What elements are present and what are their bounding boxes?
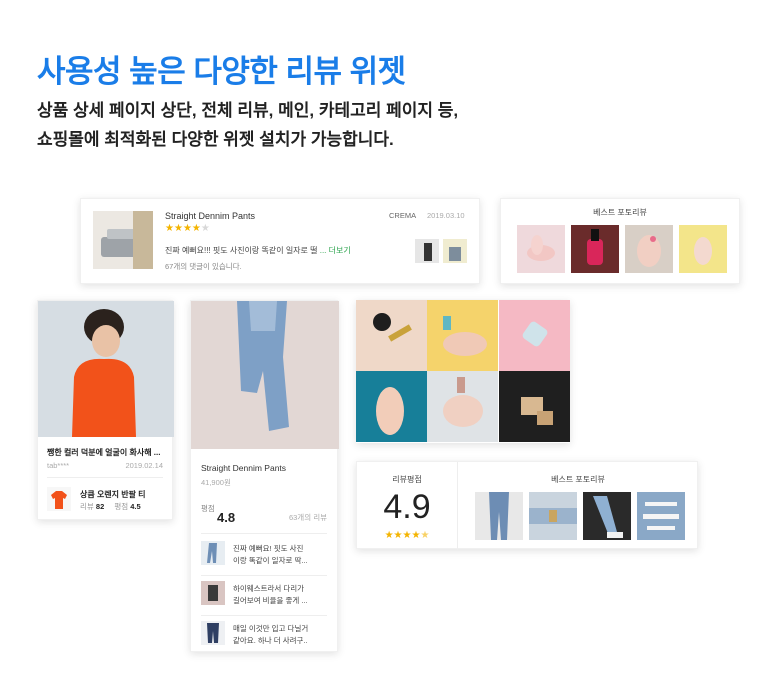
best-photo[interactable] (529, 492, 577, 540)
widget-title: 베스트 포토리뷰 (551, 475, 605, 484)
brand-label: CREMA (389, 211, 417, 220)
star-rating: ★★★★★ (357, 530, 457, 541)
gallery-photo[interactable] (427, 371, 498, 442)
best-photo[interactable] (583, 492, 631, 540)
review-count-label: 리뷰 (80, 502, 94, 511)
review-widget-card[interactable]: Straight Dennim Pants ★★★★★ 진짜 예뻐요!!! 핏도… (80, 198, 480, 284)
gallery-photo[interactable] (356, 300, 427, 371)
divider (47, 477, 163, 478)
review-snippet: 진짜 예뻐요! 핏도 사진 이랑 똑같이 일자로 딱... (233, 543, 329, 567)
rating-value: 4.5 (130, 502, 141, 511)
best-photo[interactable] (475, 492, 523, 540)
best-photo[interactable] (517, 225, 565, 273)
review-body: 진짜 예뻐요!!! 핏도 사진이랑 똑같이 일자로 떨 (165, 246, 318, 255)
subtitle-line-1: 상품 상세 페이지 상단, 전체 리뷰, 메인, 카테고리 페이지 등, (37, 101, 459, 120)
review-text: 진짜 예뻐요!!! 핏도 사진이랑 똑같이 일자로 떨 ... 더보기 (165, 245, 351, 256)
gallery-photo[interactable] (499, 371, 570, 442)
review-photo[interactable] (201, 541, 225, 565)
review-photo[interactable] (201, 581, 225, 605)
review-feed-card[interactable]: 쨍한 컬러 덕분에 얼굴이 화사해 ... tab**** 2019.02.14… (37, 300, 174, 520)
review-snippet: 하이웨스트라서 다리가 길어보여 비율을 좋게 ... (233, 583, 329, 607)
product-review-card[interactable]: Straight Dennim Pants 41,900원 평점 4.8 63개… (190, 300, 339, 652)
gallery-photo[interactable] (356, 371, 427, 442)
rating-label: 평점 (201, 504, 215, 513)
star-icon: ★ (182, 223, 192, 234)
widget-title: 베스트 포토리뷰 (593, 208, 647, 217)
review-date: 2019.02.14 (125, 461, 163, 470)
page-subtitle: 상품 상세 페이지 상단, 전체 리뷰, 메인, 카테고리 페이지 등, 쇼핑몰… (37, 96, 458, 154)
page-title: 사용성 높은 다양한 리뷰 위젯 (37, 54, 406, 89)
review-author: tab**** (47, 461, 70, 470)
rating-summary-widget: 리뷰평점 4.9 ★★★★★ 베스트 포토리뷰 (356, 461, 698, 550)
divider (201, 575, 327, 576)
review-line: 매일 이것만 입고 다닐거 (233, 624, 309, 633)
divider (201, 533, 327, 534)
review-snippet: 매일 이것만 입고 다닐거 같아요. 하나 더 사려구.. (233, 623, 329, 647)
star-icon: ★ (200, 223, 210, 234)
best-photo[interactable] (571, 225, 619, 273)
product-stats: 리뷰 82 평점 4.5 (80, 501, 149, 512)
best-photo-widget: 베스트 포토리뷰 (500, 198, 740, 284)
star-half-icon: ★ (420, 530, 430, 541)
product-thumbnail[interactable] (93, 211, 153, 269)
gallery-photo[interactable] (427, 300, 498, 371)
star-rating: ★★★★★ (165, 223, 210, 234)
review-line: 진짜 예뻐요! 핏도 사진 (233, 544, 304, 553)
review-line: 이랑 똑같이 일자로 딱... (233, 556, 308, 565)
comment-count[interactable]: 67개의 댓글이 있습니다. (165, 261, 242, 272)
review-count[interactable]: 63개의 리뷰 (289, 512, 327, 523)
rating-score: 4.9 (383, 488, 431, 526)
star-icon: ★ (165, 223, 174, 234)
subtitle-line-2: 쇼핑몰에 최적화된 다양한 위젯 설치가 가능합니다. (37, 130, 394, 149)
photo-gallery-grid (356, 300, 570, 443)
review-date: 2019.03.10 (427, 211, 465, 220)
more-link[interactable]: ... 더보기 (320, 246, 351, 255)
best-photo[interactable] (625, 225, 673, 273)
review-photo[interactable] (201, 621, 225, 645)
best-photo[interactable] (637, 492, 685, 540)
review-line: 같아요. 하나 더 사려구.. (233, 636, 308, 645)
review-line: 하이웨스트라서 다리가 (233, 584, 305, 593)
review-photo[interactable] (443, 239, 467, 263)
review-count: 82 (95, 502, 105, 511)
product-name[interactable]: Straight Dennim Pants (165, 211, 255, 221)
product-name[interactable]: Straight Dennim Pants (201, 463, 286, 473)
divider (201, 615, 327, 616)
best-photo[interactable] (679, 225, 727, 273)
gallery-photo[interactable] (499, 300, 570, 371)
rating-value: 4.8 (217, 510, 236, 525)
star-icon: ★ (393, 530, 403, 541)
review-item[interactable]: 매일 이것만 입고 다닐거 같아요. 하나 더 사려구.. (201, 621, 329, 649)
star-icon: ★ (384, 530, 394, 541)
rating-label: 평점 (114, 502, 129, 511)
star-icon: ★ (173, 223, 183, 234)
review-line: 길어보여 비율을 좋게 ... (233, 596, 308, 605)
review-photo[interactable] (415, 239, 439, 263)
review-item[interactable]: 하이웨스트라서 다리가 길어보여 비율을 좋게 ... (201, 581, 329, 609)
review-title[interactable]: 쨍한 컬러 덕분에 얼굴이 화사해 ... (47, 447, 160, 458)
review-item[interactable]: 진짜 예뻐요! 핏도 사진 이랑 똑같이 일자로 딱... (201, 541, 329, 569)
product-price: 41,900원 (201, 478, 231, 487)
star-icon: ★ (191, 223, 201, 234)
product-thumbnail[interactable] (47, 487, 71, 511)
product-name[interactable]: 상큼 오렌지 반팔 티 (80, 489, 146, 500)
product-main-photo[interactable] (191, 301, 339, 449)
rating-title: 리뷰평점 (392, 475, 422, 484)
review-main-photo[interactable] (38, 301, 174, 437)
